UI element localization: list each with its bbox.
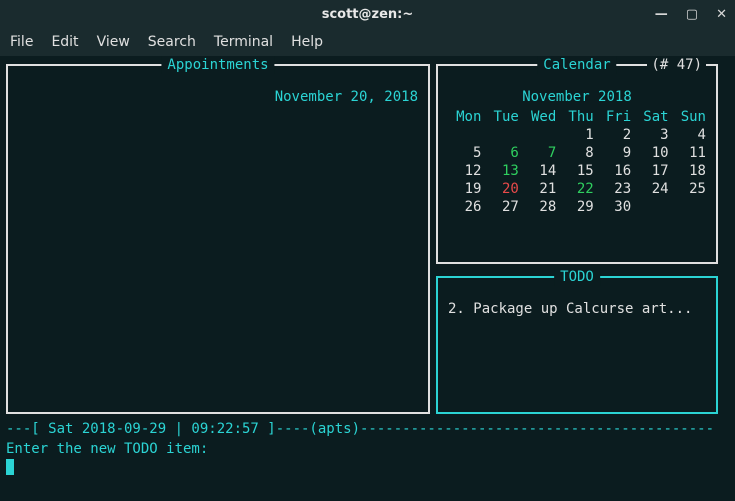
prompt-text: Enter the new TODO item:	[6, 441, 208, 457]
calendar-day[interactable]: 15	[560, 162, 593, 180]
maximize-icon[interactable]: ▢	[686, 7, 698, 22]
calendar-dow: Sat	[635, 108, 668, 126]
calendar-day[interactable]: 25	[673, 180, 706, 198]
calendar-day[interactable]: 7	[523, 144, 556, 162]
calendar-day[interactable]: 16	[598, 162, 631, 180]
calendar-day[interactable]: 18	[673, 162, 706, 180]
calendar-panel[interactable]: Calendar (# 47) November 2018 MonTueWedT…	[436, 64, 718, 264]
calendar-day[interactable]: 12	[448, 162, 481, 180]
calendar-dow: Thu	[560, 108, 593, 126]
calendar-day[interactable]: 13	[485, 162, 518, 180]
calendar-day[interactable]: 10	[635, 144, 668, 162]
menu-file[interactable]: File	[10, 34, 33, 50]
calendar-day[interactable]: 20	[485, 180, 518, 198]
todo-panel[interactable]: TODO 2. Package up Calcurse art...	[436, 276, 718, 414]
appointments-title: Appointments	[161, 56, 274, 74]
calendar-day[interactable]: 24	[635, 180, 668, 198]
calendar-day[interactable]: 11	[673, 144, 706, 162]
window-title: scott@zen:~	[322, 7, 414, 22]
window-controls: — ▢ ✕	[655, 7, 727, 22]
menubar: File Edit View Search Terminal Help	[0, 28, 735, 56]
calendar-day[interactable]: 14	[523, 162, 556, 180]
calendar-dow: Sun	[673, 108, 706, 126]
calendar-dow: Wed	[523, 108, 556, 126]
window-titlebar: scott@zen:~ — ▢ ✕	[0, 0, 735, 28]
calendar-day[interactable]: 6	[485, 144, 518, 162]
calendar-title: Calendar	[537, 56, 616, 74]
todo-title: TODO	[554, 268, 600, 286]
calendar-day[interactable]: 27	[485, 198, 518, 216]
calendar-day[interactable]: 4	[673, 126, 706, 144]
menu-search[interactable]: Search	[148, 34, 196, 50]
calendar-day[interactable]: 5	[448, 144, 481, 162]
calendar-day[interactable]: 30	[598, 198, 631, 216]
menu-view[interactable]: View	[97, 34, 130, 50]
appointments-panel[interactable]: Appointments November 20, 2018	[6, 64, 430, 414]
menu-help[interactable]: Help	[291, 34, 323, 50]
calendar-dow: Tue	[485, 108, 518, 126]
status-bar: ---[ Sat 2018-09-29 | 09:22:57 ]----(apt…	[6, 420, 729, 438]
appointments-date: November 20, 2018	[18, 88, 418, 106]
menu-terminal[interactable]: Terminal	[214, 34, 273, 50]
calendar-dow: Mon	[448, 108, 481, 126]
calendar-dow: Fri	[598, 108, 631, 126]
calendar-day[interactable]: 23	[598, 180, 631, 198]
calendar-day[interactable]: 19	[448, 180, 481, 198]
terminal-area[interactable]: Appointments November 20, 2018 Calendar …	[0, 56, 735, 501]
calendar-day[interactable]: 1	[560, 126, 593, 144]
calendar-day[interactable]: 9	[598, 144, 631, 162]
close-icon[interactable]: ✕	[716, 7, 727, 22]
calendar-month: November 2018	[448, 88, 706, 106]
calendar-day[interactable]: 17	[635, 162, 668, 180]
calendar-day[interactable]: 29	[560, 198, 593, 216]
calendar-day[interactable]: 2	[598, 126, 631, 144]
calendar-day[interactable]: 21	[523, 180, 556, 198]
menu-edit[interactable]: Edit	[51, 34, 78, 50]
todo-item[interactable]: 2. Package up Calcurse art...	[448, 300, 706, 318]
text-cursor[interactable]	[6, 459, 14, 475]
calendar-day[interactable]: 3	[635, 126, 668, 144]
calendar-day[interactable]: 22	[560, 180, 593, 198]
minimize-icon[interactable]: —	[655, 7, 668, 22]
calendar-day[interactable]: 28	[523, 198, 556, 216]
calendar-day[interactable]: 8	[560, 144, 593, 162]
calendar-week: (# 47)	[647, 56, 706, 74]
prompt-line: Enter the new TODO item:	[6, 440, 729, 458]
calendar-day[interactable]: 26	[448, 198, 481, 216]
